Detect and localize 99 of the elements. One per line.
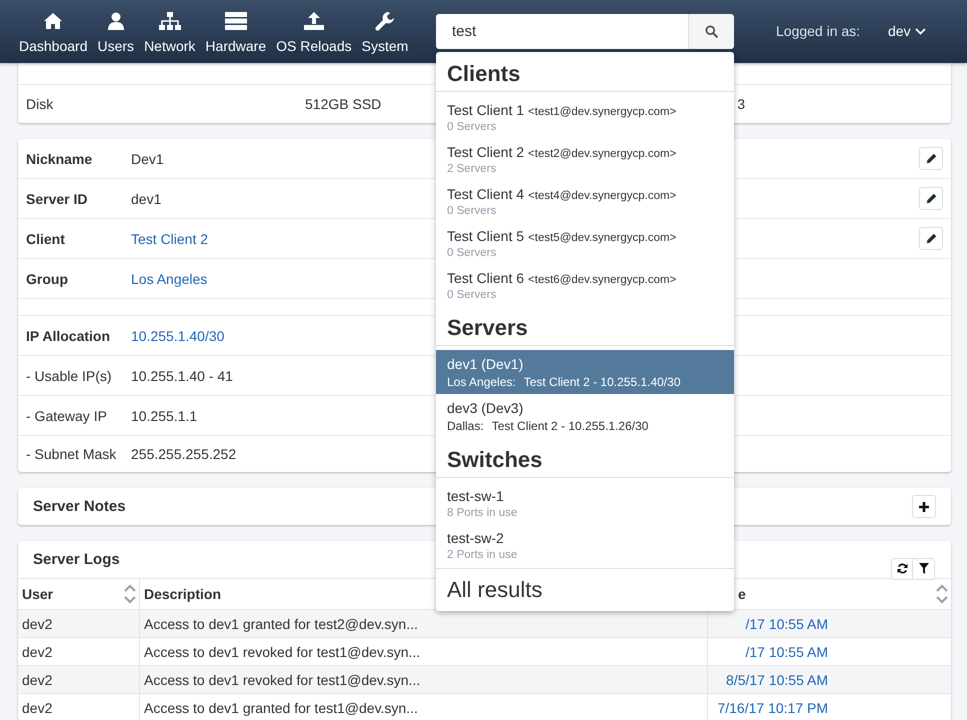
- result-detail: 8 Ports in use: [447, 507, 518, 519]
- result-name: dev3 (Dev3): [447, 400, 524, 416]
- result-detail: 0 Servers: [447, 289, 498, 301]
- search-result[interactable]: Test Client 4 <test4@dev.synergycp.com> 0 Servers: [436, 180, 734, 222]
- search-result[interactable]: dev1 (Dev1) Los Angeles: Test Client 2 - 10.255.1.40/30: [436, 350, 734, 394]
- all-results-link[interactable]: All results: [436, 568, 734, 611]
- field-label: Server ID: [25, 190, 88, 206]
- result-name: Test Client 6: [447, 270, 524, 286]
- logged-in-label: Logged in as:: [776, 23, 860, 39]
- field-label: Client: [25, 230, 66, 246]
- plus-icon: [919, 502, 929, 512]
- field-link[interactable]: 10.255.1.40/30: [131, 328, 224, 344]
- result-detail: 2 Ports in use: [447, 549, 518, 561]
- table-cell: dev2: [18, 666, 140, 694]
- edit-button[interactable]: [919, 227, 943, 250]
- home-icon: [43, 12, 64, 30]
- field-value: 10.255.1.1: [131, 408, 198, 424]
- search-result[interactable]: Test Client 1 <test1@dev.synergycp.com> 0 Servers: [436, 96, 734, 138]
- result-email: <test1@dev.synergycp.com>: [528, 106, 676, 118]
- result-detail: 0 Servers: [447, 205, 498, 217]
- result-location: Los Angeles:: [447, 375, 516, 389]
- pencil-icon: [926, 233, 936, 244]
- field-label: - Gateway IP: [25, 408, 108, 424]
- field-label: Nickname: [25, 150, 94, 166]
- edit-button[interactable]: [919, 187, 943, 210]
- table-cell: Access to dev1 granted for test2@dev.syn...: [140, 610, 708, 638]
- result-name: Test Client 4: [447, 186, 524, 202]
- caret-icon: [914, 28, 926, 34]
- spec-value: 512GB SSD: [305, 96, 382, 112]
- sort-icon: [123, 582, 137, 606]
- nav-tab[interactable]: Hardware: [200, 10, 272, 54]
- result-detail: 2 Servers: [447, 163, 498, 175]
- field-value: 255.255.255.252: [131, 446, 236, 462]
- section-title: Server Logs: [32, 551, 120, 568]
- result-name: test-sw-2: [447, 530, 504, 546]
- table-cell: Access to dev1 granted for test1@dev.syn...: [140, 694, 708, 720]
- result-name: Test Client 2: [447, 144, 524, 160]
- search-icon: [705, 25, 718, 38]
- sitemap-icon: [158, 12, 181, 30]
- field-value: dev1: [131, 190, 162, 206]
- edit-button[interactable]: [919, 147, 943, 170]
- section-title: Server Notes: [32, 498, 126, 515]
- nav-tab[interactable]: Network: [139, 10, 200, 54]
- field-label: - Usable IP(s): [25, 368, 113, 384]
- result-location: Dallas:: [447, 419, 484, 433]
- search-result[interactable]: test-sw-2 2 Ports in use: [436, 524, 734, 566]
- search-result[interactable]: dev3 (Dev3) Dallas: Test Client 2 - 10.255.1.26/30: [436, 394, 734, 438]
- field-link[interactable]: Test Client 2: [131, 230, 208, 246]
- nav-tab[interactable]: System: [356, 10, 414, 54]
- result-detail: Test Client 2 - 10.255.1.40/30: [524, 375, 680, 389]
- wrench-icon: [374, 11, 395, 31]
- server-icon: [224, 12, 247, 30]
- refresh-button[interactable]: [891, 558, 913, 580]
- user-icon: [108, 12, 124, 30]
- result-detail: Test Client 2 - 10.255.1.26/30: [492, 419, 648, 433]
- field-link[interactable]: Los Angeles: [131, 270, 208, 286]
- refresh-icon: [896, 563, 908, 574]
- pencil-icon: [926, 153, 936, 164]
- result-email: <test6@dev.synergycp.com>: [528, 274, 676, 286]
- spec-value: 3: [737, 96, 745, 112]
- spec-label: Disk: [25, 96, 54, 112]
- search-result[interactable]: Test Client 5 <test5@dev.synergycp.com> 0 Servers: [436, 222, 734, 264]
- result-name: Test Client 5: [447, 228, 524, 244]
- sort-icon: [935, 582, 949, 606]
- result-detail: 0 Servers: [447, 247, 498, 259]
- nav-tab[interactable]: OS Reloads: [271, 10, 357, 54]
- nav-tab[interactable]: Dashboard: [14, 10, 92, 54]
- result-email: <test5@dev.synergycp.com>: [528, 232, 676, 244]
- field-label: Group: [25, 270, 69, 286]
- field-label: - Subnet Mask: [25, 446, 118, 462]
- result-email: <test2@dev.synergycp.com>: [528, 148, 676, 160]
- search-result[interactable]: Test Client 6 <test6@dev.synergycp.com> 0 Servers: [436, 264, 734, 306]
- result-detail: 0 Servers: [447, 121, 498, 133]
- add-button[interactable]: [912, 495, 936, 518]
- section-heading: Clients: [436, 52, 734, 92]
- search-button[interactable]: [688, 14, 734, 49]
- search-result[interactable]: Test Client 2 <test2@dev.synergycp.com> 2 Servers: [436, 138, 734, 180]
- table-cell: Access to dev1 revoked for test1@dev.syn...: [140, 666, 708, 694]
- pencil-icon: [926, 193, 936, 204]
- field-label: IP Allocation: [25, 328, 112, 344]
- date-link[interactable]: 7/16/17 10:17 PM: [712, 700, 828, 716]
- section-heading: Switches: [436, 438, 734, 478]
- table-cell: dev2: [18, 694, 140, 720]
- upload-icon: [304, 12, 324, 30]
- field-value: 10.255.1.40 - 41: [131, 368, 233, 384]
- result-name: dev1 (Dev1): [447, 356, 524, 372]
- table-cell: dev2: [18, 610, 140, 638]
- nav-tab[interactable]: Users: [92, 10, 140, 54]
- filter-icon: [918, 563, 928, 574]
- section-heading: Servers: [436, 306, 734, 346]
- search-field[interactable]: test: [436, 14, 688, 49]
- search-result[interactable]: test-sw-1 8 Ports in use: [436, 482, 734, 524]
- result-email: <test4@dev.synergycp.com>: [528, 190, 676, 202]
- result-name: test-sw-1: [447, 488, 504, 504]
- user-menu[interactable]: dev: [882, 18, 932, 44]
- filter-button[interactable]: [913, 558, 935, 580]
- result-name: Test Client 1: [447, 102, 524, 118]
- field-value: Dev1: [131, 150, 164, 166]
- date-link[interactable]: /17 10:55 AM: [712, 644, 828, 660]
